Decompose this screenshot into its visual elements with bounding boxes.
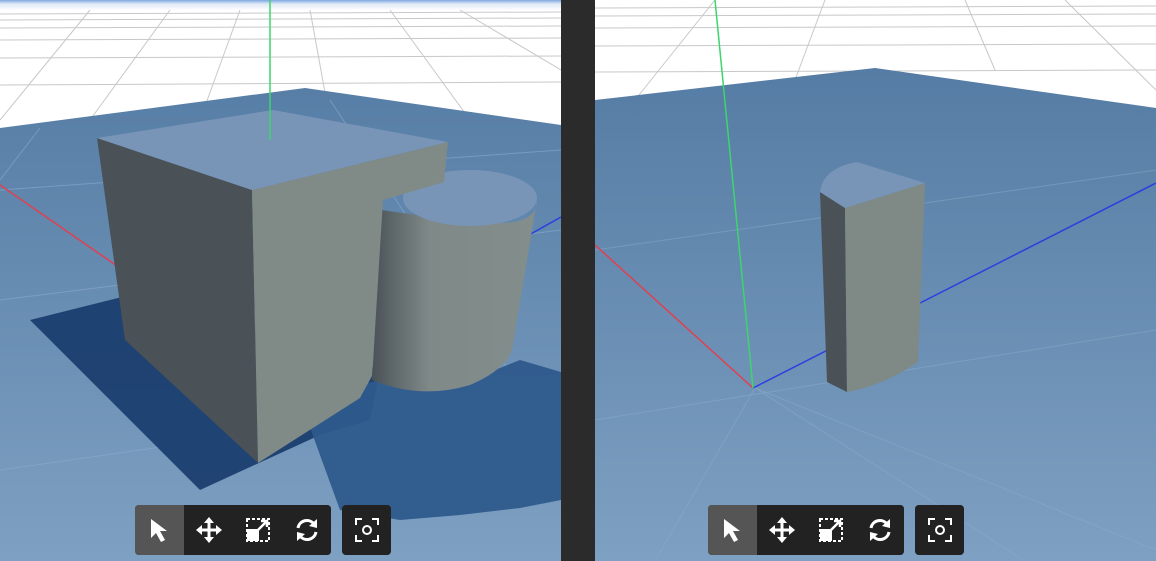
transform-tool-group (708, 505, 904, 555)
move-tool-button[interactable] (184, 505, 233, 555)
scale-icon (245, 518, 270, 542)
scene-canvas-left[interactable] (0, 0, 561, 561)
half-cylinder-object[interactable] (820, 162, 925, 392)
focus-camera-button[interactable] (915, 505, 964, 555)
rotate-icon (296, 519, 317, 541)
toolbar-right (708, 505, 964, 555)
camera-tool-group (915, 505, 964, 555)
pointer-arrow-icon (150, 519, 167, 542)
viewport-divider[interactable] (561, 0, 595, 561)
scale-tool-button[interactable] (806, 505, 855, 555)
move-arrows-icon (195, 517, 222, 543)
transform-tool-group (135, 505, 331, 555)
rotate-tool-button[interactable] (855, 505, 904, 555)
pointer-arrow-icon (723, 519, 740, 542)
editor-app (0, 0, 1156, 561)
rotate-icon (869, 519, 890, 541)
viewport-left[interactable] (0, 0, 561, 561)
viewport-right[interactable] (595, 0, 1156, 561)
move-arrows-icon (768, 517, 795, 543)
scale-icon (818, 518, 843, 542)
toolbar-left (135, 505, 391, 555)
select-tool-button[interactable] (708, 505, 757, 555)
move-tool-button[interactable] (757, 505, 806, 555)
focus-camera-button[interactable] (342, 505, 391, 555)
scale-tool-button[interactable] (233, 505, 282, 555)
half-cylinder-curved-face (845, 183, 925, 392)
select-tool-button[interactable] (135, 505, 184, 555)
scene-canvas-right[interactable] (595, 0, 1156, 561)
focus-camera-icon (927, 518, 952, 542)
rotate-tool-button[interactable] (282, 505, 331, 555)
focus-camera-icon (354, 518, 379, 542)
camera-tool-group (342, 505, 391, 555)
